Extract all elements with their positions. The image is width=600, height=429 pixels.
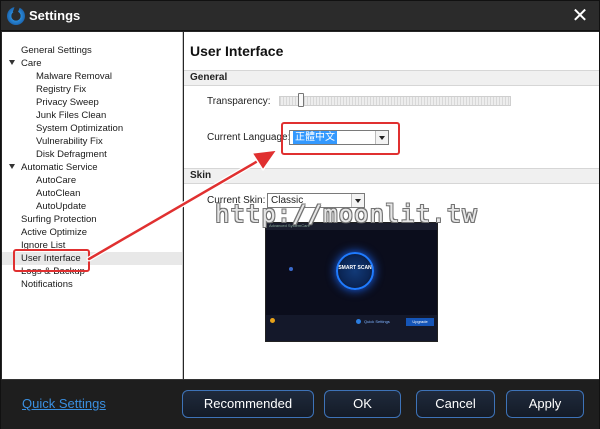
language-label: Current Language: bbox=[207, 132, 291, 143]
sidebar-item-label: Disk Defragment bbox=[36, 149, 107, 160]
transparency-label: Transparency: bbox=[207, 96, 271, 107]
quick-settings-link[interactable]: Quick Settings bbox=[22, 396, 106, 411]
preview-quick-settings: Quick Settings bbox=[364, 319, 390, 324]
sidebar-item-privacy-sweep[interactable]: Privacy Sweep bbox=[2, 96, 182, 109]
section-header-general: General bbox=[184, 70, 599, 86]
sidebar-item-label: Vulnerability Fix bbox=[36, 136, 103, 147]
preview-user-icon bbox=[289, 267, 293, 271]
sidebar-item-care[interactable]: Care bbox=[2, 57, 182, 70]
transparency-slider-track[interactable] bbox=[279, 96, 511, 106]
close-icon[interactable]: ✕ bbox=[569, 5, 591, 27]
preview-badge-icon bbox=[270, 318, 275, 323]
sidebar-item-vulnerability-fix[interactable]: Vulnerability Fix bbox=[2, 135, 182, 148]
sidebar-item-junk-files-clean[interactable]: Junk Files Clean bbox=[2, 109, 182, 122]
apply-button[interactable]: Apply bbox=[506, 390, 584, 418]
sidebar-item-label: Surfing Protection bbox=[21, 214, 97, 225]
app-logo-icon bbox=[7, 7, 25, 25]
sidebar-item-label: Malware Removal bbox=[36, 71, 113, 82]
section-header-skin: Skin bbox=[184, 168, 599, 184]
settings-tree: General Settings Care Malware Removal Regis… bbox=[2, 32, 183, 379]
sidebar-item-active-optimize[interactable]: Active Optimize bbox=[2, 226, 182, 239]
preview-scan-button: SMART SCAN bbox=[336, 252, 374, 290]
skin-label: Current Skin: bbox=[207, 195, 266, 206]
sidebar-item-general-settings[interactable]: General Settings bbox=[2, 44, 182, 57]
skin-preview-image: Advanced SystemCare SMART SCAN Quick Set… bbox=[265, 222, 438, 342]
sidebar-item-label: AutoCare bbox=[36, 175, 77, 186]
expand-caret-icon[interactable] bbox=[9, 164, 15, 169]
sidebar-item-autoclean[interactable]: AutoClean bbox=[2, 187, 182, 200]
sidebar-item-label: Privacy Sweep bbox=[36, 97, 99, 108]
sidebar-item-label: Registry Fix bbox=[36, 84, 87, 95]
sidebar-item-registry-fix[interactable]: Registry Fix bbox=[2, 83, 182, 96]
transparency-slider-thumb[interactable] bbox=[298, 93, 304, 107]
sidebar-item-autocare[interactable]: AutoCare bbox=[2, 174, 182, 187]
skin-select[interactable]: Classic bbox=[267, 193, 365, 208]
sidebar-item-label: AutoUpdate bbox=[36, 201, 87, 212]
window-title: Settings bbox=[29, 8, 81, 23]
user-interface-highlight-box bbox=[13, 249, 90, 272]
title-bar: Settings ✕ bbox=[1, 1, 599, 31]
sidebar-item-disk-defragment[interactable]: Disk Defragment bbox=[2, 148, 182, 161]
footer-bar: Quick Settings Recommended OK Cancel App… bbox=[1, 379, 599, 429]
sidebar-item-system-optimization[interactable]: System Optimization bbox=[2, 122, 182, 135]
skin-value: Classic bbox=[271, 195, 304, 206]
sidebar-item-malware-removal[interactable]: Malware Removal bbox=[2, 70, 182, 83]
sidebar-item-label: AutoClean bbox=[36, 188, 81, 199]
sidebar-item-label: Notifications bbox=[21, 279, 73, 290]
page-title: User Interface bbox=[190, 43, 284, 59]
sidebar-item-automatic-service[interactable]: Automatic Service bbox=[2, 161, 182, 174]
preview-scan-label: SMART SCAN bbox=[338, 265, 372, 271]
recommended-button[interactable]: Recommended bbox=[182, 390, 314, 418]
sidebar-item-label: General Settings bbox=[21, 45, 92, 56]
sidebar-item-label: Care bbox=[21, 58, 42, 69]
ok-button[interactable]: OK bbox=[324, 390, 401, 418]
chevron-down-icon bbox=[351, 194, 364, 207]
cancel-button[interactable]: Cancel bbox=[416, 390, 495, 418]
sidebar-item-label: System Optimization bbox=[36, 123, 124, 134]
preview-upgrade-button: Upgrade bbox=[406, 318, 434, 326]
sidebar-item-label: Active Optimize bbox=[21, 227, 87, 238]
expand-caret-icon[interactable] bbox=[9, 60, 15, 65]
preview-settings-icon bbox=[356, 319, 361, 324]
settings-window: Settings ✕ General Settings Care Malware R… bbox=[0, 0, 600, 429]
language-highlight-box bbox=[281, 122, 400, 155]
sidebar-item-label: Automatic Service bbox=[21, 162, 98, 173]
sidebar-item-notifications[interactable]: Notifications bbox=[2, 278, 182, 291]
sidebar-item-label: Junk Files Clean bbox=[36, 110, 107, 121]
content-panel: User Interface General Transparency: Cur… bbox=[184, 32, 599, 379]
preview-app-title: Advanced SystemCare bbox=[269, 223, 310, 228]
sidebar-item-surfing-protection[interactable]: Surfing Protection bbox=[2, 213, 182, 226]
sidebar-item-autoupdate[interactable]: AutoUpdate bbox=[2, 200, 182, 213]
